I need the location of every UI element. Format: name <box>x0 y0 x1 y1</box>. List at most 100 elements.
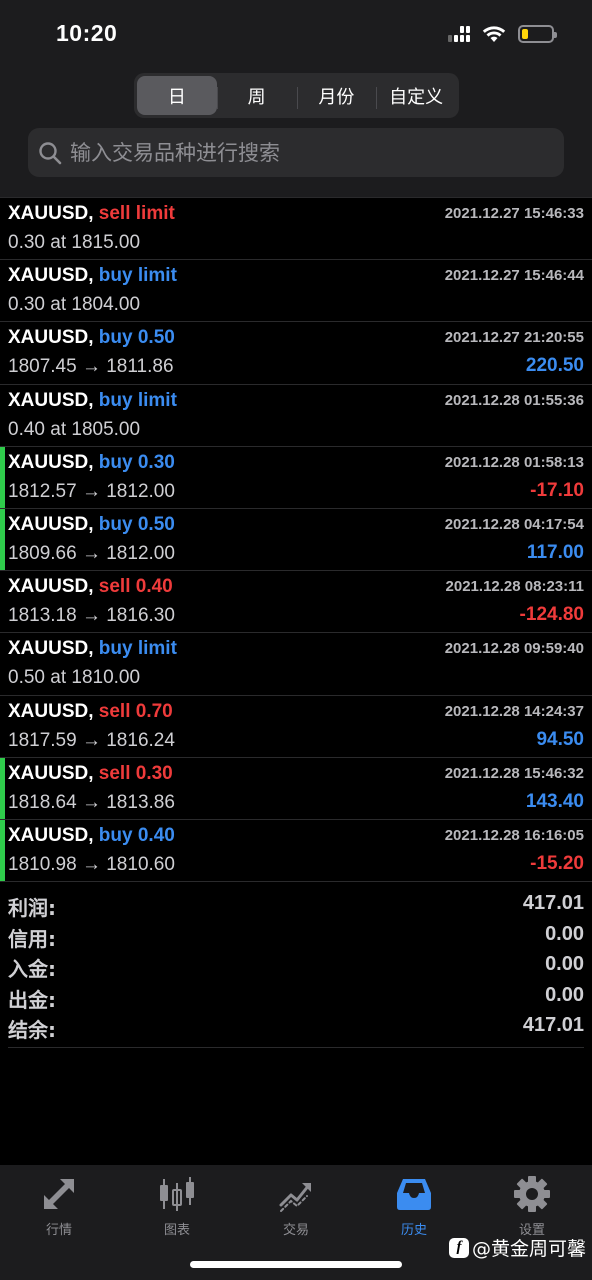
history-inbox-icon <box>397 1179 431 1210</box>
order-row[interactable]: XAUUSD, sell limit 2021.12.27 15:46:33 0.3… <box>0 197 592 259</box>
order-profit: -124.80 <box>519 604 584 626</box>
order-row[interactable]: XAUUSD, buy 0.50 2021.12.27 21:20:55 1807.… <box>0 321 592 383</box>
search-bar[interactable] <box>28 128 564 177</box>
tab-month[interactable]: 月份 <box>296 76 377 115</box>
gear-icon <box>514 1176 550 1212</box>
summary-row-profit: 利润: 417.01 <box>0 890 592 921</box>
order-price: 1810.98 → 1810.60 <box>8 853 175 875</box>
tab-label: 交易 <box>282 1223 309 1238</box>
order-symbol: XAUUSD, buy limit <box>8 390 177 412</box>
order-price: 1807.45 → 1811.86 <box>8 356 174 378</box>
symbol-name: XAUUSD, <box>8 265 94 287</box>
order-side: buy 0.50 <box>98 327 175 349</box>
wifi-icon <box>482 26 506 42</box>
status-time: 10:20 <box>56 20 118 46</box>
order-row[interactable]: XAUUSD, buy 0.50 2021.12.28 04:17:54 1809.… <box>0 507 592 571</box>
summary-label: 入金: <box>8 957 56 981</box>
symbol-name: XAUUSD, <box>8 762 94 784</box>
order-time: 2021.12.28 01:58:13 <box>444 453 584 471</box>
order-symbol: XAUUSD, buy 0.50 <box>8 327 175 349</box>
summary-value: 0.00 <box>545 953 584 975</box>
order-time: 2021.12.28 16:16:05 <box>444 826 584 844</box>
home-indicator[interactable] <box>190 1261 402 1268</box>
summary-value: 417.01 <box>522 892 584 914</box>
symbol-name: XAUUSD, <box>8 576 94 598</box>
cellular-signal-icon <box>448 26 470 42</box>
order-side: buy limit <box>98 265 177 287</box>
order-row[interactable]: XAUUSD, sell 0.30 2021.12.28 15:46:32 1818… <box>0 756 592 820</box>
symbol-name: XAUUSD, <box>8 700 94 722</box>
order-price: 0.30 at 1815.00 <box>8 232 141 253</box>
order-time: 2021.12.28 01:55:36 <box>444 391 584 409</box>
platform-logo-icon: f <box>448 1237 469 1258</box>
order-side: sell 0.30 <box>98 762 173 784</box>
summary-row-balance: 结余: 417.01 <box>0 1012 592 1043</box>
order-time: 2021.12.27 15:46:44 <box>444 267 584 285</box>
quotes-arrows-icon <box>44 1179 74 1209</box>
candlestick-chart-icon <box>160 1177 194 1211</box>
symbol-name: XAUUSD, <box>8 824 94 846</box>
symbol-name: XAUUSD, <box>8 513 94 535</box>
order-symbol: XAUUSD, sell 0.70 <box>8 701 173 723</box>
order-price: 1809.66 → 1812.00 <box>8 542 175 564</box>
order-price: 1818.64 → 1813.86 <box>8 791 175 813</box>
order-price: 1817.59 → 1816.24 <box>8 729 175 751</box>
order-row[interactable]: XAUUSD, buy limit 2021.12.28 01:55:36 0.40… <box>0 383 592 446</box>
order-symbol: XAUUSD, sell 0.30 <box>8 763 173 785</box>
order-side: sell limit <box>98 203 175 224</box>
tab-trade[interactable]: 交易 <box>237 1175 355 1238</box>
summary-section: 利润: 417.01 信用: 0.00 入金: 0.00 出金: 0.00 结余… <box>0 881 592 1043</box>
history-list: XAUUSD, sell limit 2021.12.27 15:46:33 0.3… <box>0 197 592 882</box>
tab-custom[interactable]: 自定义 <box>376 76 456 115</box>
symbol-name: XAUUSD, <box>8 389 94 411</box>
summary-row-withdrawal: 出金: 0.00 <box>0 982 592 1013</box>
summary-value: 0.00 <box>545 922 584 945</box>
search-icon <box>39 141 62 164</box>
summary-label: 信用: <box>8 926 56 951</box>
order-time: 2021.12.27 21:20:55 <box>444 329 584 347</box>
order-row[interactable]: XAUUSD, buy 0.30 2021.12.28 01:58:13 1812.… <box>0 445 592 509</box>
tab-week[interactable]: 周 <box>216 76 297 115</box>
search-input[interactable] <box>70 140 510 165</box>
order-row[interactable]: XAUUSD, buy limit 2021.12.27 15:46:44 0.30… <box>0 259 592 321</box>
order-symbol: XAUUSD, buy limit <box>8 638 177 660</box>
watermark: f @黄金周可馨 <box>448 1234 586 1261</box>
order-side: sell 0.70 <box>98 700 173 722</box>
order-price: 0.30 at 1804.00 <box>8 294 141 316</box>
order-profit: 94.50 <box>536 728 584 750</box>
order-time: 2021.12.27 15:46:33 <box>444 205 584 222</box>
order-profit: 117.00 <box>526 541 584 563</box>
tab-day[interactable]: 日 <box>137 76 217 115</box>
tab-history[interactable]: 历史 <box>355 1175 473 1238</box>
order-side: buy limit <box>98 389 177 411</box>
order-profit: 220.50 <box>525 355 584 377</box>
order-row[interactable]: XAUUSD, sell 0.40 2021.12.28 08:23:11 1813… <box>0 570 592 632</box>
summary-label: 出金: <box>8 987 56 1012</box>
tab-quotes[interactable]: 行情 <box>0 1175 118 1238</box>
tab-label: 图表 <box>163 1223 190 1238</box>
order-row[interactable]: XAUUSD, sell 0.70 2021.12.28 14:24:37 1817… <box>0 694 592 757</box>
order-price: 0.40 at 1805.00 <box>8 418 141 440</box>
summary-row-deposit: 入金: 0.00 <box>0 951 592 982</box>
tab-settings[interactable]: 设置 <box>473 1175 591 1238</box>
order-price: 1812.57 → 1812.00 <box>8 480 175 502</box>
status-icons <box>448 23 557 45</box>
order-symbol: XAUUSD, buy 0.30 <box>8 452 175 474</box>
trade-trend-icon <box>279 1183 311 1212</box>
symbol-name: XAUUSD, <box>8 451 94 473</box>
summary-label: 利润: <box>8 896 56 920</box>
summary-label: 结余: <box>8 1018 56 1042</box>
order-profit: -17.10 <box>530 479 584 501</box>
symbol-name: XAUUSD, <box>8 327 94 349</box>
order-profit: -15.20 <box>530 852 584 874</box>
summary-value: 417.01 <box>522 1014 584 1036</box>
order-row[interactable]: XAUUSD, buy limit 2021.12.28 09:59:40 0.50… <box>0 632 592 694</box>
order-symbol: XAUUSD, buy 0.50 <box>8 514 175 536</box>
order-symbol: XAUUSD, sell 0.40 <box>8 576 173 598</box>
order-symbol: XAUUSD, buy 0.40 <box>8 825 175 847</box>
tab-chart[interactable]: 图表 <box>118 1175 236 1238</box>
order-profit: 143.40 <box>525 790 584 812</box>
order-side: buy 0.50 <box>98 513 175 535</box>
order-row[interactable]: XAUUSD, buy 0.40 2021.12.28 16:16:05 1810.… <box>0 818 592 882</box>
period-selector: 日 周 月份 自定义 <box>134 73 459 118</box>
